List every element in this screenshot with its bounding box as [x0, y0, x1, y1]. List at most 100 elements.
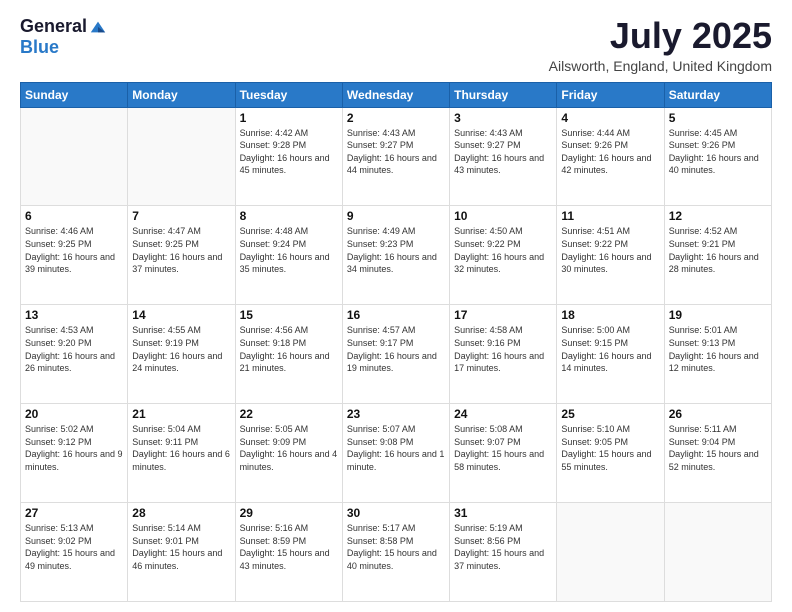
header-friday: Friday: [557, 82, 664, 107]
day-info: Sunrise: 5:17 AM Sunset: 8:58 PM Dayligh…: [347, 522, 445, 572]
day-info: Sunrise: 4:46 AM Sunset: 9:25 PM Dayligh…: [25, 225, 123, 275]
table-row: 14 Sunrise: 4:55 AM Sunset: 9:19 PM Dayli…: [128, 305, 235, 404]
day-info: Sunrise: 5:11 AM Sunset: 9:04 PM Dayligh…: [669, 423, 767, 473]
table-row: 28 Sunrise: 5:14 AM Sunset: 9:01 PM Dayli…: [128, 503, 235, 602]
day-number: 14: [132, 308, 230, 322]
day-info: Sunrise: 4:50 AM Sunset: 9:22 PM Dayligh…: [454, 225, 552, 275]
day-number: 3: [454, 111, 552, 125]
day-info: Sunrise: 4:51 AM Sunset: 9:22 PM Dayligh…: [561, 225, 659, 275]
table-row: [664, 503, 771, 602]
table-row: 18 Sunrise: 5:00 AM Sunset: 9:15 PM Dayli…: [557, 305, 664, 404]
table-row: 4Sunrise: 4:44 AM Sunset: 9:26 PM Daylig…: [557, 107, 664, 206]
day-info: Sunrise: 4:43 AM Sunset: 9:27 PM Dayligh…: [347, 127, 445, 177]
logo-general-text: General: [20, 16, 87, 37]
day-number: 26: [669, 407, 767, 421]
table-row: 24Sunrise: 5:08 AM Sunset: 9:07 PM Dayli…: [450, 404, 557, 503]
table-row: 3 Sunrise: 4:43 AM Sunset: 9:27 PM Daylig…: [450, 107, 557, 206]
header-monday: Monday: [128, 82, 235, 107]
calendar-table: Sunday Monday Tuesday Wednesday Thursday…: [20, 82, 772, 602]
logo-icon: [89, 18, 107, 36]
calendar-week-row: 6 Sunrise: 4:46 AM Sunset: 9:25 PM Daylig…: [21, 206, 772, 305]
header-tuesday: Tuesday: [235, 82, 342, 107]
day-number: 30: [347, 506, 445, 520]
day-info: Sunrise: 4:52 AM Sunset: 9:21 PM Dayligh…: [669, 225, 767, 275]
table-row: 17Sunrise: 4:58 AM Sunset: 9:16 PM Dayli…: [450, 305, 557, 404]
table-row: 29Sunrise: 5:16 AM Sunset: 8:59 PM Dayli…: [235, 503, 342, 602]
table-row: 30 Sunrise: 5:17 AM Sunset: 8:58 PM Dayli…: [342, 503, 449, 602]
day-number: 28: [132, 506, 230, 520]
table-row: 23 Sunrise: 5:07 AM Sunset: 9:08 PM Dayli…: [342, 404, 449, 503]
day-number: 19: [669, 308, 767, 322]
day-info: Sunrise: 5:14 AM Sunset: 9:01 PM Dayligh…: [132, 522, 230, 572]
table-row: 22 Sunrise: 5:05 AM Sunset: 9:09 PM Dayli…: [235, 404, 342, 503]
day-number: 18: [561, 308, 659, 322]
day-info: Sunrise: 4:48 AM Sunset: 9:24 PM Dayligh…: [240, 225, 338, 275]
table-row: 7 Sunrise: 4:47 AM Sunset: 9:25 PM Daylig…: [128, 206, 235, 305]
header: General Blue July 2025 Ailsworth, Englan…: [20, 16, 772, 74]
table-row: [21, 107, 128, 206]
month-title: July 2025: [549, 16, 772, 56]
day-info: Sunrise: 5:01 AM Sunset: 9:13 PM Dayligh…: [669, 324, 767, 374]
table-row: 9 Sunrise: 4:49 AM Sunset: 9:23 PM Daylig…: [342, 206, 449, 305]
day-number: 7: [132, 209, 230, 223]
table-row: 25 Sunrise: 5:10 AM Sunset: 9:05 PM Dayli…: [557, 404, 664, 503]
table-row: [557, 503, 664, 602]
day-info: Sunrise: 5:04 AM Sunset: 9:11 PM Dayligh…: [132, 423, 230, 473]
calendar-week-row: 1Sunrise: 4:42 AM Sunset: 9:28 PM Daylig…: [21, 107, 772, 206]
table-row: 8Sunrise: 4:48 AM Sunset: 9:24 PM Daylig…: [235, 206, 342, 305]
table-row: 13Sunrise: 4:53 AM Sunset: 9:20 PM Dayli…: [21, 305, 128, 404]
day-number: 20: [25, 407, 123, 421]
day-info: Sunrise: 4:49 AM Sunset: 9:23 PM Dayligh…: [347, 225, 445, 275]
logo-blue-text: Blue: [20, 37, 59, 58]
day-info: Sunrise: 5:05 AM Sunset: 9:09 PM Dayligh…: [240, 423, 338, 473]
day-number: 21: [132, 407, 230, 421]
table-row: 2 Sunrise: 4:43 AM Sunset: 9:27 PM Daylig…: [342, 107, 449, 206]
day-info: Sunrise: 5:08 AM Sunset: 9:07 PM Dayligh…: [454, 423, 552, 473]
calendar-week-row: 27 Sunrise: 5:13 AM Sunset: 9:02 PM Dayli…: [21, 503, 772, 602]
table-row: 15 Sunrise: 4:56 AM Sunset: 9:18 PM Dayli…: [235, 305, 342, 404]
day-number: 16: [347, 308, 445, 322]
table-row: 6 Sunrise: 4:46 AM Sunset: 9:25 PM Daylig…: [21, 206, 128, 305]
table-row: 19 Sunrise: 5:01 AM Sunset: 9:13 PM Dayli…: [664, 305, 771, 404]
page: General Blue July 2025 Ailsworth, Englan…: [0, 0, 792, 612]
day-info: Sunrise: 4:56 AM Sunset: 9:18 PM Dayligh…: [240, 324, 338, 374]
table-row: 11Sunrise: 4:51 AM Sunset: 9:22 PM Dayli…: [557, 206, 664, 305]
day-info: Sunrise: 5:19 AM Sunset: 8:56 PM Dayligh…: [454, 522, 552, 572]
day-info: Sunrise: 5:13 AM Sunset: 9:02 PM Dayligh…: [25, 522, 123, 572]
calendar-header-row: Sunday Monday Tuesday Wednesday Thursday…: [21, 82, 772, 107]
day-number: 15: [240, 308, 338, 322]
day-info: Sunrise: 4:45 AM Sunset: 9:26 PM Dayligh…: [669, 127, 767, 177]
day-number: 9: [347, 209, 445, 223]
day-number: 6: [25, 209, 123, 223]
day-number: 27: [25, 506, 123, 520]
day-info: Sunrise: 4:44 AM Sunset: 9:26 PM Dayligh…: [561, 127, 659, 177]
table-row: 26 Sunrise: 5:11 AM Sunset: 9:04 PM Dayli…: [664, 404, 771, 503]
day-info: Sunrise: 5:16 AM Sunset: 8:59 PM Dayligh…: [240, 522, 338, 572]
day-info: Sunrise: 5:07 AM Sunset: 9:08 PM Dayligh…: [347, 423, 445, 473]
day-number: 17: [454, 308, 552, 322]
location: Ailsworth, England, United Kingdom: [549, 58, 772, 74]
calendar-week-row: 20 Sunrise: 5:02 AM Sunset: 9:12 PM Dayli…: [21, 404, 772, 503]
day-number: 12: [669, 209, 767, 223]
logo: General Blue: [20, 16, 107, 58]
table-row: 1Sunrise: 4:42 AM Sunset: 9:28 PM Daylig…: [235, 107, 342, 206]
day-info: Sunrise: 5:10 AM Sunset: 9:05 PM Dayligh…: [561, 423, 659, 473]
table-row: 21 Sunrise: 5:04 AM Sunset: 9:11 PM Dayli…: [128, 404, 235, 503]
day-info: Sunrise: 4:42 AM Sunset: 9:28 PM Dayligh…: [240, 127, 338, 177]
day-number: 5: [669, 111, 767, 125]
day-number: 31: [454, 506, 552, 520]
table-row: 16Sunrise: 4:57 AM Sunset: 9:17 PM Dayli…: [342, 305, 449, 404]
day-number: 2: [347, 111, 445, 125]
day-number: 23: [347, 407, 445, 421]
header-saturday: Saturday: [664, 82, 771, 107]
table-row: 5 Sunrise: 4:45 AM Sunset: 9:26 PM Daylig…: [664, 107, 771, 206]
day-number: 25: [561, 407, 659, 421]
title-section: July 2025 Ailsworth, England, United Kin…: [549, 16, 772, 74]
day-info: Sunrise: 5:02 AM Sunset: 9:12 PM Dayligh…: [25, 423, 123, 473]
day-info: Sunrise: 4:43 AM Sunset: 9:27 PM Dayligh…: [454, 127, 552, 177]
day-info: Sunrise: 4:55 AM Sunset: 9:19 PM Dayligh…: [132, 324, 230, 374]
header-thursday: Thursday: [450, 82, 557, 107]
day-info: Sunrise: 5:00 AM Sunset: 9:15 PM Dayligh…: [561, 324, 659, 374]
day-info: Sunrise: 4:47 AM Sunset: 9:25 PM Dayligh…: [132, 225, 230, 275]
day-number: 22: [240, 407, 338, 421]
